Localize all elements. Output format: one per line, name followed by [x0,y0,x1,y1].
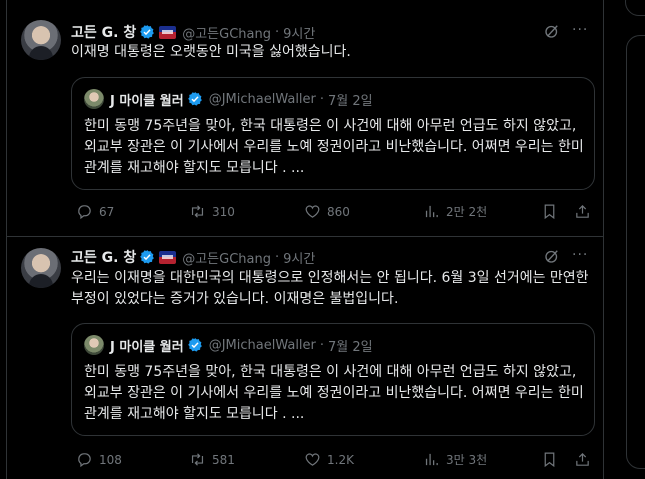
quoted-tweet-header: J 마이클 월러 @JMichaelWaller · 7월 2일 [84,89,373,109]
avatar[interactable] [21,20,61,60]
repost-count: 310 [212,204,235,219]
quoted-tweet-text: 한미 동맹 75주년을 맞아, 한국 대통령은 이 사건에 대해 아무런 언급도… [84,118,584,176]
reply-count: 67 [99,204,115,219]
affiliate-flag-icon [159,25,177,39]
tweet-text: 이재명 대통령은 오랫동안 미국을 싫어했습니다. [71,44,351,60]
verified-badge-icon [140,250,155,264]
like-icon [305,453,320,466]
view-count: 2만 2천 [446,205,488,219]
quoted-timestamp: 7월 2일 [328,93,373,109]
tweet-header: 고든 G. 창 @고든GChang · 9시간 [71,22,315,42]
separator-dot: · [274,249,280,265]
timestamp[interactable]: 9시간 [283,23,315,42]
tweet-header: 고든 G. 창 @고든GChang · 9시간 [71,247,315,267]
separator-dot: · [319,337,325,353]
tweet-text: 우리는 이재명을 대한민국의 대통령으로 인정해서는 안 됩니다. 6월 3일 … [71,270,589,307]
reply-icon [78,453,91,468]
sidebar-search-box[interactable] [625,0,645,16]
author-name[interactable]: 고든 G. 창 [71,247,136,267]
separator-dot: · [319,91,325,107]
share-icon [576,204,589,218]
views-button[interactable]: 2만 2천 [423,203,487,220]
bookmark-icon [544,204,555,220]
reply-button[interactable]: 108 [76,451,122,468]
tweet[interactable]: 고든 G. 창 @고든GChang · 9시간 ··· 이재명 대통령은 오랫동… [7,0,603,237]
reply-icon [78,205,91,220]
grok-icon[interactable] [543,22,561,40]
verified-badge-icon [187,92,202,106]
grok-icon[interactable] [543,247,561,265]
quoted-avatar [84,89,104,109]
reply-count: 108 [99,452,122,467]
separator-dot: · [274,24,280,40]
views-icon [425,205,438,218]
views-icon [425,453,438,466]
author-handle[interactable]: @고든GChang [182,23,271,42]
view-count: 3만 3천 [446,453,488,467]
repost-button[interactable]: 310 [189,203,235,220]
repost-button[interactable]: 581 [189,451,235,468]
like-icon [305,205,320,218]
share-icon [576,452,589,466]
tweet[interactable]: 고든 G. 창 @고든GChang · 9시간 ··· 우리는 이재명을 대한민… [7,237,603,479]
quoted-author-name: J 마이클 월러 [110,339,184,355]
bookmark-button[interactable] [541,451,564,468]
like-button[interactable]: 1.2K [304,451,354,468]
repost-count: 581 [212,452,235,467]
verified-badge-icon [140,25,155,39]
share-button[interactable] [574,451,597,468]
quoted-tweet[interactable]: J 마이클 월러 @JMichaelWaller · 7월 2일 한미 동맹 7… [71,77,595,190]
quoted-tweet[interactable]: J 마이클 월러 @JMichaelWaller · 7월 2일 한미 동맹 7… [71,323,595,436]
reply-button[interactable]: 67 [76,203,114,220]
quoted-tweet-header: J 마이클 월러 @JMichaelWaller · 7월 2일 [84,335,373,355]
repost-icon [191,453,204,466]
like-count: 1.2K [327,452,354,467]
quoted-author-name: J 마이클 월러 [110,93,184,109]
repost-icon [191,205,204,218]
views-button[interactable]: 3만 3천 [423,451,487,468]
sidebar-trends-panel [626,35,645,469]
author-name[interactable]: 고든 G. 창 [71,22,136,42]
more-options-button[interactable]: ··· [572,22,588,38]
quoted-author-handle: @JMichaelWaller [208,91,316,107]
avatar[interactable] [21,248,61,288]
like-count: 860 [327,204,350,219]
timeline: 고든 G. 창 @고든GChang · 9시간 ··· 이재명 대통령은 오랫동… [6,0,604,479]
verified-badge-icon [187,338,202,352]
like-button[interactable]: 860 [304,203,350,220]
tweet-actions: 67 310 860 2만 2천 [71,203,599,223]
quoted-author-handle: @JMichaelWaller [208,337,316,353]
bookmark-button[interactable] [541,203,564,220]
share-button[interactable] [574,203,597,220]
affiliate-flag-icon [159,250,177,264]
timestamp[interactable]: 9시간 [283,248,315,267]
bookmark-icon [544,452,555,468]
quoted-tweet-text: 한미 동맹 75주년을 맞아, 한국 대통령은 이 사건에 대해 아무런 언급도… [84,364,584,422]
quoted-timestamp: 7월 2일 [328,339,373,355]
quoted-avatar [84,335,104,355]
more-options-button[interactable]: ··· [572,247,588,263]
tweet-actions: 108 581 1.2K 3만 3천 [71,451,599,471]
author-handle[interactable]: @고든GChang [182,248,271,267]
